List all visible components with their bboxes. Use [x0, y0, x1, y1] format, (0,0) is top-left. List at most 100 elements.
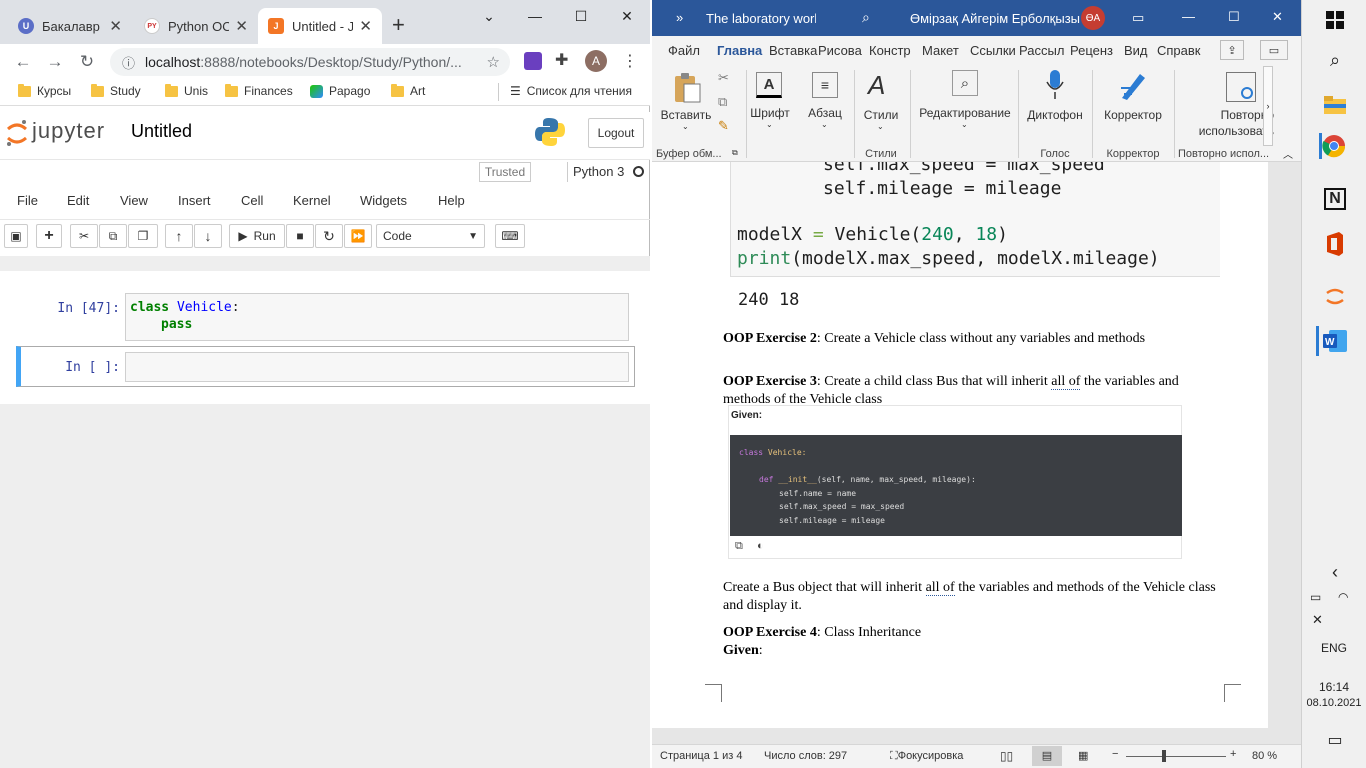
tab-view[interactable]: Вид	[1124, 43, 1148, 58]
print-layout-icon[interactable]: ▤	[1032, 746, 1062, 766]
cell-type-select[interactable]: Code ▼	[376, 224, 485, 248]
zoom-slider-thumb[interactable]	[1162, 750, 1166, 762]
new-tab-button[interactable]: +	[392, 12, 405, 38]
menu-cell[interactable]: Cell	[241, 193, 263, 208]
tab-home[interactable]: Главнa	[717, 43, 762, 58]
browser-tab[interactable]: PY Python OO ✕	[134, 8, 258, 44]
reuse-files-button[interactable]: Повторно использовать Повторно испол...	[1178, 64, 1274, 162]
tab-design[interactable]: Констр	[869, 43, 911, 58]
jupyter-logo-text[interactable]: jupyter	[32, 118, 105, 144]
run-button[interactable]: ▶ Run	[229, 224, 285, 248]
notebook-title[interactable]: Untitled	[131, 121, 192, 142]
office-icon[interactable]	[1322, 231, 1348, 257]
share-icon[interactable]: ⇪	[1220, 40, 1244, 60]
code-cell-input-empty[interactable]	[125, 352, 629, 382]
tab-file[interactable]: Файл	[668, 43, 700, 58]
dialog-launcher-icon[interactable]: ⧉	[732, 148, 738, 158]
volume-muted-icon[interactable]: ✕	[1312, 612, 1323, 628]
jupyter-logo-icon[interactable]	[6, 118, 28, 148]
browser-tab[interactable]: U Бакалавр | ✕	[8, 8, 132, 44]
format-painter-icon[interactable]: ✎	[718, 118, 729, 134]
user-avatar[interactable]: ӨА	[1081, 6, 1105, 30]
tab-review[interactable]: Реценз	[1070, 43, 1113, 58]
zoom-slider[interactable]	[1126, 756, 1226, 757]
zoom-in-icon[interactable]: +	[1230, 748, 1236, 760]
bookmark-item[interactable]: Курсы	[18, 83, 71, 98]
copy-icon[interactable]: ⧉	[718, 94, 727, 110]
maximize-icon[interactable]: ☐	[1228, 9, 1240, 25]
battery-icon[interactable]: ▭	[1310, 590, 1321, 604]
collapse-ribbon-icon[interactable]: ︿	[1283, 146, 1293, 161]
word-taskbar-icon[interactable]: W	[1322, 328, 1348, 354]
interrupt-icon[interactable]: ■	[286, 224, 314, 248]
search-icon[interactable]: ⌕	[862, 9, 870, 26]
keyboard-icon[interactable]: ⌨	[495, 224, 525, 248]
notion-icon[interactable]: N	[1324, 188, 1346, 210]
paste-icon[interactable]: ❐	[128, 224, 158, 248]
ribbon-display-icon[interactable]: ▭	[1132, 10, 1144, 26]
zoom-out-icon[interactable]: −	[1112, 748, 1118, 760]
minimize-icon[interactable]: —	[512, 0, 558, 32]
menu-view[interactable]: View	[120, 193, 148, 208]
tab-references[interactable]: Ссылки	[970, 43, 1016, 58]
bookmark-item[interactable]: Art	[391, 83, 425, 98]
language-indicator[interactable]: ENG	[1302, 641, 1366, 655]
vertical-scrollbar[interactable]	[1268, 162, 1301, 728]
word-count[interactable]: Число слов: 297	[764, 750, 847, 762]
cut-icon[interactable]: ✂	[718, 70, 729, 86]
close-window-icon[interactable]: ✕	[1272, 9, 1283, 25]
close-tab-icon[interactable]: ✕	[359, 17, 372, 35]
browser-tab-active[interactable]: J Untitled - J ✕	[258, 8, 382, 44]
font-button[interactable]: A Шрифт ⌄	[748, 64, 792, 162]
extensions-puzzle-icon[interactable]: ✚	[555, 50, 568, 70]
chevron-left-icon[interactable]: ‹	[1322, 559, 1348, 585]
bookmark-star-icon[interactable]: ☆	[487, 53, 500, 71]
tab-mailings[interactable]: Рассыл	[1019, 43, 1064, 58]
minimize-icon[interactable]: —	[1182, 9, 1195, 24]
insert-cell-icon[interactable]: +	[36, 224, 62, 248]
tab-search-icon[interactable]: ⌄	[466, 0, 512, 32]
trusted-indicator[interactable]: Trusted	[479, 162, 531, 182]
menu-help[interactable]: Help	[438, 193, 465, 208]
bookmark-item[interactable]: Finances	[225, 83, 293, 98]
clock-date[interactable]: 08.10.2021	[1302, 697, 1366, 709]
tab-draw[interactable]: Рисова	[818, 43, 862, 58]
reload-icon[interactable]: ↻	[74, 50, 100, 74]
menu-kebab-icon[interactable]: ⋮	[622, 51, 638, 71]
address-bar[interactable]: ⓘ localhost:8888/notebooks/Desktop/Study…	[110, 48, 510, 76]
paste-icon[interactable]	[672, 70, 702, 104]
wifi-icon[interactable]: ◠	[1338, 590, 1348, 604]
logout-button[interactable]: Logout	[588, 118, 644, 148]
back-icon[interactable]: ←	[10, 50, 36, 74]
menu-file[interactable]: File	[17, 193, 38, 208]
editing-button[interactable]: ⌕ Редактирование ⌄	[914, 64, 1016, 162]
document-page[interactable]: self.max_speed = max_speed self.mileage …	[652, 162, 1268, 728]
page-count[interactable]: Страница 1 из 4	[660, 750, 742, 762]
chrome-taskbar-icon[interactable]	[1319, 133, 1345, 159]
tab-insert[interactable]: Вставка	[769, 43, 817, 58]
menu-kernel[interactable]: Kernel	[293, 193, 331, 208]
bookmark-item[interactable]: Unis	[165, 83, 208, 98]
read-mode-icon[interactable]: ▯▯	[1000, 749, 1013, 763]
web-layout-icon[interactable]: ▦	[1078, 749, 1088, 762]
close-window-icon[interactable]: ✕	[604, 0, 650, 32]
menu-insert[interactable]: Insert	[178, 193, 211, 208]
extension-icon[interactable]	[524, 52, 542, 70]
copy-icon[interactable]: ⧉	[99, 224, 127, 248]
save-icon[interactable]: ▣	[4, 224, 28, 248]
bookmark-item[interactable]: Papago	[310, 84, 370, 98]
search-icon[interactable]: ⌕	[1322, 47, 1348, 73]
styles-button[interactable]: A Стили ⌄ Стили	[856, 64, 906, 162]
focus-mode-button[interactable]: ⛶Фокусировка	[890, 750, 963, 763]
jupyter-taskbar-icon[interactable]	[1322, 283, 1348, 309]
close-tab-icon[interactable]: ✕	[109, 17, 122, 35]
profile-avatar[interactable]: A	[585, 50, 607, 72]
clock-time[interactable]: 16:14	[1302, 680, 1366, 694]
editor-button[interactable]: Корректор Корректор	[1098, 64, 1168, 162]
cut-icon[interactable]: ✂	[70, 224, 98, 248]
code-cell-input[interactable]: class Vehicle: pass	[125, 293, 629, 341]
restart-icon[interactable]: ↻	[315, 224, 343, 248]
maximize-icon[interactable]: ☐	[558, 0, 604, 32]
move-up-icon[interactable]: ↑	[165, 224, 193, 248]
comments-icon[interactable]: ▭	[1260, 40, 1288, 60]
